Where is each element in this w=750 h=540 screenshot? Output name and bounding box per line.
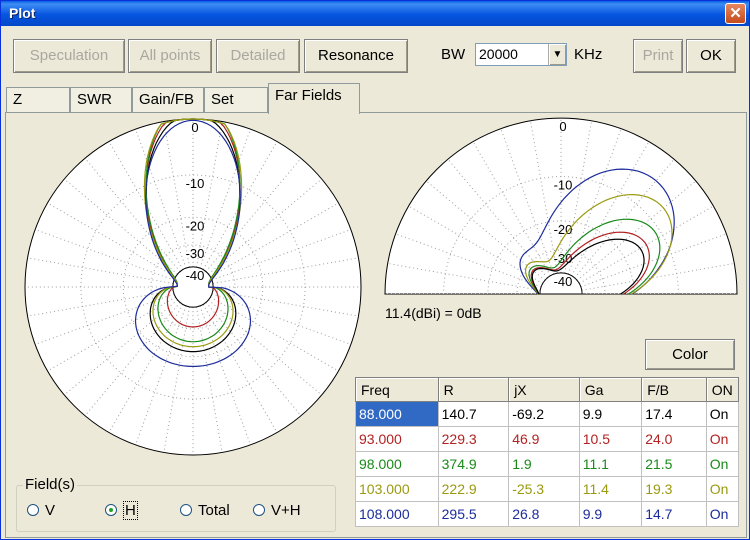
table-row[interactable]: 93.000 229.3 46.9 10.5 24.0 On [355, 426, 740, 452]
all-points-button[interactable]: All points [128, 39, 212, 73]
radio-v-plus-h[interactable]: V+H [253, 502, 301, 519]
tab-gain-fb[interactable]: Gain/FB [132, 87, 204, 113]
ring-label: -10 [554, 178, 573, 193]
radio-total[interactable]: Total [180, 502, 230, 519]
table-cell-jx[interactable]: 46.9 [508, 426, 580, 452]
table-cell-on[interactable]: On [705, 426, 740, 452]
table-cell-fb[interactable]: 24.0 [641, 426, 707, 452]
ring-label: 0 [191, 120, 198, 135]
reference-label: 11.4(dBi) = 0dB [385, 305, 482, 321]
ring-label: -40 [554, 274, 573, 289]
far-fields-panel: 0 -10 -20 -30 -40 0 -10 -20 -30 -40 11.4(dBi) = … [5, 112, 747, 538]
title-bar[interactable]: Plot ✕ [1, 1, 749, 26]
plot-background [24, 118, 362, 456]
tab-swr[interactable]: SWR [70, 87, 132, 113]
table-cell-jx[interactable]: -25.3 [508, 476, 580, 502]
col-freq[interactable]: Freq [355, 377, 439, 402]
table-cell-freq[interactable]: 108.000 [355, 501, 439, 527]
tab-far-fields[interactable]: Far Fields [268, 83, 360, 114]
table-cell-fb[interactable]: 14.7 [641, 501, 707, 527]
table-cell-on[interactable]: On [705, 476, 740, 502]
table-cell-on[interactable]: On [705, 451, 740, 477]
col-on[interactable]: ON [705, 377, 740, 402]
speculation-button[interactable]: Speculation [13, 39, 125, 73]
table-cell-jx[interactable]: 1.9 [508, 451, 580, 477]
table-cell-r[interactable]: 229.3 [437, 426, 510, 452]
table-cell-r[interactable]: 374.9 [437, 451, 510, 477]
table-cell-ga[interactable]: 11.1 [578, 451, 643, 477]
table-row[interactable]: 108.000 295.5 26.8 9.9 14.7 On [355, 501, 740, 527]
table-cell-r[interactable]: 222.9 [437, 476, 510, 502]
close-button[interactable]: ✕ [725, 3, 746, 24]
table-cell-ga[interactable]: 9.9 [578, 401, 643, 427]
table-cell-r[interactable]: 295.5 [437, 501, 510, 527]
bw-value: 20000 [479, 46, 518, 62]
azimuth-polar-plot: 0 -10 -20 -30 -40 [24, 118, 362, 456]
tab-set[interactable]: Set [204, 87, 268, 113]
bw-unit-label: KHz [574, 46, 603, 63]
col-jx[interactable]: jX [508, 377, 580, 402]
table-cell-on[interactable]: On [705, 501, 740, 527]
table-cell-ga[interactable]: 9.9 [578, 501, 643, 527]
table-cell-on[interactable]: On [705, 401, 740, 427]
resonance-button[interactable]: Resonance [304, 39, 408, 73]
ring-label: -30 [186, 246, 205, 261]
fields-legend: Field(s) [23, 476, 78, 493]
radio-dot-icon [27, 504, 39, 516]
col-fb[interactable]: F/B [641, 377, 707, 402]
table-row[interactable]: 88.000 140.7 -69.2 9.9 17.4 On [355, 401, 740, 427]
table-cell-fb[interactable]: 17.4 [641, 401, 707, 427]
radio-v[interactable]: V [27, 502, 55, 519]
bw-label: BW [441, 46, 466, 63]
bw-select[interactable]: 20000 ▼ [475, 43, 567, 66]
table-cell-ga[interactable]: 10.5 [578, 426, 643, 452]
radio-dot-icon [180, 504, 192, 516]
tab-z[interactable]: Z [6, 87, 70, 113]
detailed-button[interactable]: Detailed [216, 39, 300, 73]
radio-h[interactable]: H [105, 501, 138, 520]
radio-dot-icon [253, 504, 265, 516]
table-cell-ga[interactable]: 11.4 [578, 476, 643, 502]
table-row[interactable]: 103.000 222.9 -25.3 11.4 19.3 On [355, 476, 740, 502]
table-cell-fb[interactable]: 19.3 [641, 476, 707, 502]
plot-window: Plot ✕ Speculation All points Detailed R… [0, 0, 750, 540]
table-cell-freq[interactable]: 103.000 [355, 476, 439, 502]
table-cell-jx[interactable]: -69.2 [508, 401, 580, 427]
table-row[interactable]: 98.000 374.9 1.9 11.1 21.5 On [355, 451, 740, 477]
ring-label: -10 [186, 176, 205, 191]
table-cell-freq[interactable]: 88.000 [355, 401, 439, 427]
ring-label: 0 [559, 119, 566, 134]
radio-dot-icon [105, 504, 117, 516]
table-cell-freq[interactable]: 98.000 [355, 451, 439, 477]
color-button[interactable]: Color [645, 339, 735, 370]
table-cell-jx[interactable]: 26.8 [508, 501, 580, 527]
col-r[interactable]: R [437, 377, 510, 402]
fields-group: Field(s) V H Total V+H [16, 476, 336, 532]
table-cell-freq[interactable]: 93.000 [355, 426, 439, 452]
ok-button[interactable]: OK [686, 39, 736, 73]
window-title: Plot [9, 5, 36, 21]
table-header-row: Freq R jX Ga F/B ON [355, 377, 740, 402]
print-button[interactable]: Print [633, 39, 683, 73]
ring-label: -40 [186, 268, 205, 283]
results-table: Freq R jX Ga F/B ON 88.000 140.7 -69.2 9.9 1… [355, 377, 740, 527]
col-ga[interactable]: Ga [578, 377, 643, 402]
tab-strip: Z SWR Gain/FB Set Far Fields [6, 83, 746, 114]
table-cell-r[interactable]: 140.7 [437, 401, 510, 427]
ring-label: -20 [186, 218, 205, 233]
table-cell-fb[interactable]: 21.5 [641, 451, 707, 477]
chevron-down-icon[interactable]: ▼ [548, 44, 566, 65]
